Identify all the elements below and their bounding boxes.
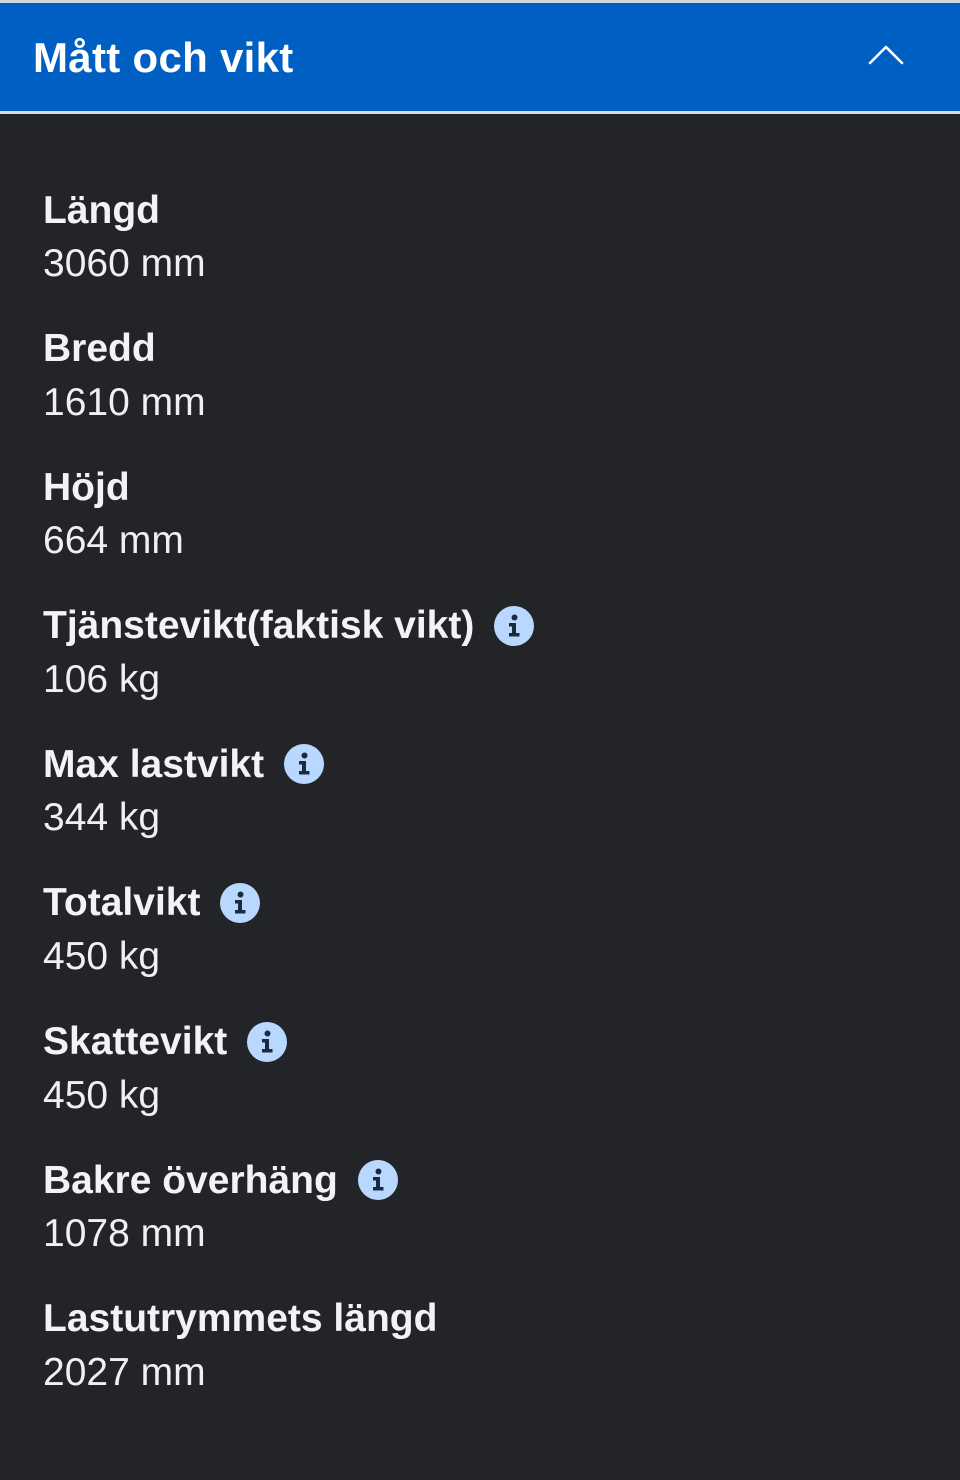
section-header-toggle[interactable]: Mått och vikt: [0, 3, 960, 111]
info-icon[interactable]: [220, 882, 261, 923]
spec-item-langd: Längd 3060 mm: [43, 182, 960, 321]
info-icon[interactable]: [494, 605, 535, 646]
spec-label: Tjänstevikt(faktisk vikt): [43, 604, 475, 648]
chevron-up-icon[interactable]: [868, 43, 904, 65]
spec-value: 1078 mm: [43, 1212, 206, 1256]
spec-value: 450 kg: [43, 934, 161, 978]
spec-value: 3060 mm: [43, 242, 206, 285]
spec-label: Bakre överhäng: [43, 1158, 338, 1202]
spec-value: 450 kg: [43, 1073, 161, 1117]
spec-label: Totalvikt: [43, 881, 201, 925]
spec-value: 1610 mm: [43, 380, 206, 424]
spec-item-hojd: Höjd 664 mm: [43, 459, 960, 598]
spec-label: Lastutrymmets längd: [43, 1297, 438, 1341]
spec-label: Max lastvikt: [43, 742, 265, 786]
spec-value: 344 kg: [43, 796, 161, 840]
spec-value: 106 kg: [43, 657, 161, 701]
section-title: Mått och vikt: [33, 34, 294, 81]
spec-label: Höjd: [43, 465, 130, 509]
spec-item-bredd: Bredd 1610 mm: [43, 321, 960, 460]
spec-label: Längd: [43, 188, 160, 232]
spec-item-skattevikt: Skattevikt 450 kg: [43, 1014, 960, 1153]
spec-item-tjanstevikt: Tjänstevikt(faktisk vikt) 106 kg: [43, 598, 960, 737]
spec-label: Bredd: [43, 327, 156, 371]
spec-item-bakre-overhang: Bakre överhäng 1078 mm: [43, 1152, 960, 1291]
spec-value: 2027 mm: [43, 1350, 206, 1394]
info-icon[interactable]: [357, 1160, 398, 1201]
spec-label: Skattevikt: [43, 1020, 228, 1064]
info-icon[interactable]: [247, 1021, 288, 1062]
spec-value: 664 mm: [43, 519, 184, 563]
spec-item-max-lastvikt: Max lastvikt 344 kg: [43, 736, 960, 875]
info-icon[interactable]: [284, 744, 325, 785]
spec-list: Längd 3060 mm Bredd 1610 mm Höjd 664 mm …: [0, 114, 960, 1429]
spec-item-totalvikt: Totalvikt 450 kg: [43, 875, 960, 1014]
spec-item-lastutrymmets-langd: Lastutrymmets längd 2027 mm: [43, 1291, 960, 1430]
